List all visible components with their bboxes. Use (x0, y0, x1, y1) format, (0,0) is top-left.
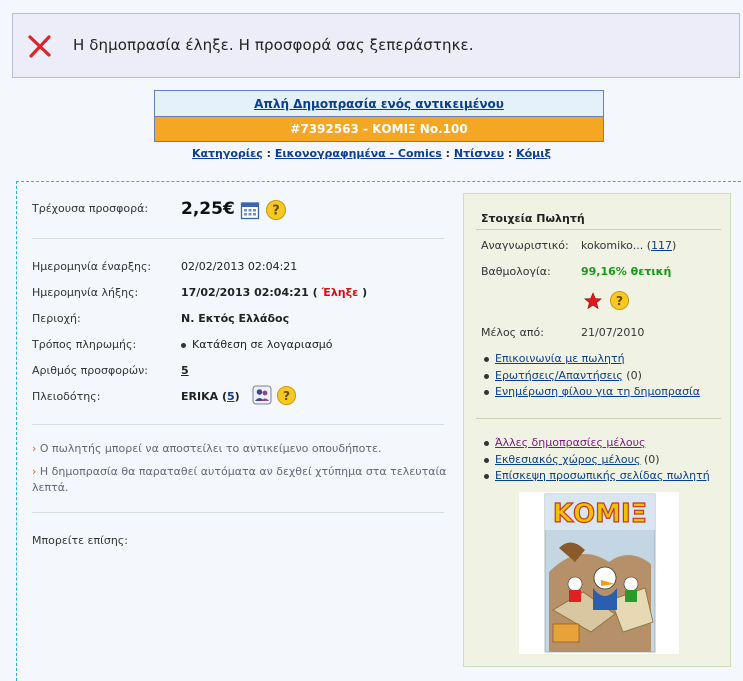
seller-box: Στοιχεία Πωλητή Αναγνωριστικό: kokomiko.… (463, 193, 731, 667)
start-date-value: 02/02/2013 02:04:21 (181, 260, 298, 273)
current-bid-value: 2,25€ (181, 199, 235, 219)
end-status: Έληξε (321, 286, 359, 299)
breadcrumb-categories[interactable]: Κατηγορίες (192, 147, 263, 160)
showroom-link[interactable]: Εκθεσιακός χώρος μέλους (495, 453, 640, 466)
seller-title: Στοιχεία Πωλητή (481, 212, 585, 225)
bids-label: Αριθμός προσφορών: (32, 364, 148, 377)
end-date-value: 17/02/2013 02:04:21 (181, 286, 309, 299)
region-label: Περιοχή: (32, 312, 81, 325)
qa-link[interactable]: Ερωτήσεις/Απαντήσεις (495, 369, 623, 382)
close-x-icon (28, 35, 51, 58)
payment-label: Τρόπος πληρωμής: (32, 338, 137, 351)
star-icon (584, 292, 602, 310)
bids-count-link[interactable]: 5 (181, 364, 189, 377)
auction-ended-alert: Η δημοπρασία έληξε. Η προσφορά σας ξεπερ… (12, 13, 740, 78)
note-extension: › Η δημοπρασία θα παραταθεί αυτόματα αν … (32, 465, 447, 494)
member-since-value: 21/07/2010 (581, 326, 645, 339)
svg-text:?: ? (616, 293, 623, 308)
auction-type-link[interactable]: Απλή Δημοπρασία ενός αντικειμένου (254, 97, 504, 111)
cover-title: ΚΟΜΙΞ (553, 499, 647, 529)
start-date-label: Ημερομηνία έναρξης: (32, 260, 152, 273)
item-title: #7392563 - ΚΟΜΙΞ Νο.100 (155, 117, 603, 141)
current-bid-label: Τρέχουσα προσφορά: (32, 202, 149, 215)
breadcrumb-komix[interactable]: Κόμιξ (516, 147, 551, 160)
also-label: Μπορείτε επίσης: (32, 534, 128, 547)
other-auctions-link[interactable]: Άλλες δημοπρασίες μέλους (495, 436, 645, 449)
seller-score-link[interactable]: 117 (651, 239, 672, 252)
help-icon-seller[interactable]: ? (609, 290, 630, 311)
breadcrumb-disney[interactable]: Ντίσνευ (454, 147, 504, 160)
seller-id-value: kokomiko... (581, 239, 644, 252)
bidder-label: Πλειοδότης: (32, 390, 101, 403)
payment-value: Κατάθεση σε λογαριασμό (192, 338, 333, 351)
tell-friend-link[interactable]: Ενημέρωση φίλου για τη δημοπρασία (495, 385, 700, 398)
svg-text:?: ? (272, 204, 280, 219)
breadcrumb-comics[interactable]: Εικονογραφημένα - Comics (275, 147, 442, 160)
seller-page-link[interactable]: Επίσκεψη προσωπικής σελίδας πωλητή (495, 469, 710, 482)
calendar-icon[interactable] (240, 200, 260, 220)
bidder-score-link[interactable]: 5 (227, 390, 235, 403)
help-icon-bidder[interactable]: ? (276, 385, 297, 406)
note-shipping: › Ο πωλητής μπορεί να αποστείλει το αντι… (32, 442, 382, 455)
auction-banner: Απλή Δημοπρασία ενός αντικειμένου #73925… (154, 90, 604, 142)
svg-text:?: ? (283, 388, 290, 403)
seller-id-label: Αναγνωριστικό: (481, 239, 569, 252)
help-icon[interactable]: ? (265, 199, 287, 221)
bidder-name: ERIKA (181, 390, 219, 403)
comic-cover-image[interactable]: ΚΟΜΙΞ (519, 492, 679, 654)
user-profile-icon[interactable] (252, 385, 272, 405)
seller-rating-value: 99,16% θετική (581, 265, 672, 278)
alert-message: Η δημοπρασία έληξε. Η προσφορά σας ξεπερ… (73, 36, 474, 54)
seller-rating-label: Βαθμολογία: (481, 265, 551, 278)
end-date-label: Ημερομηνία λήξης: (32, 286, 139, 299)
contact-seller-link[interactable]: Επικοινωνία με πωλητή (495, 352, 625, 365)
region-value: Ν. Εκτός Ελλάδος (181, 312, 290, 325)
breadcrumb: Κατηγορίες : Εικονογραφημένα - Comics : … (191, 147, 552, 160)
member-since-label: Μέλος από: (481, 326, 544, 339)
